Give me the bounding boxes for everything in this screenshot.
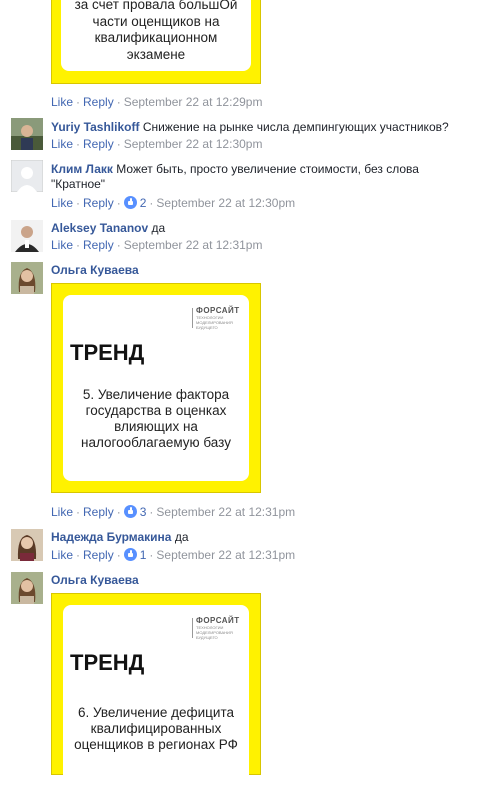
avatar[interactable] <box>11 220 43 252</box>
comment-author[interactable]: Yuriy Tashlikoff <box>51 120 139 134</box>
avatar[interactable] <box>11 118 43 150</box>
comment-body: Aleksey Tananov да <box>51 221 471 235</box>
timestamp-link[interactable]: September 22 at 12:31pm <box>156 548 295 562</box>
card-text-line: 6. Увеличение дефицита <box>78 705 234 720</box>
comment-text: Снижение на рынке числа демпингующих уча… <box>142 120 449 134</box>
comment-actions: Like · Reply · 2 · September 22 at 12:30pm <box>51 196 296 210</box>
like-link[interactable]: Like <box>51 137 73 151</box>
avatar[interactable] <box>11 160 43 192</box>
comment-image-card[interactable]: за счет провала большОй части оценщиков … <box>51 0 261 84</box>
brand-logo-text: ФОРСАЙТ <box>196 306 240 315</box>
comment-body: Ольга Куваева <box>51 573 139 587</box>
comment-text: Может быть, просто увеличение стоимости,… <box>116 162 419 176</box>
avatar[interactable] <box>11 572 43 604</box>
reply-link[interactable]: Reply <box>83 137 114 151</box>
comment-body: Ольга Куваева <box>51 263 139 277</box>
reactions-count[interactable]: 2 <box>123 196 147 210</box>
comment-actions: Like · Reply · 1 · September 22 at 12:31pm <box>51 548 296 562</box>
like-link[interactable]: Like <box>51 95 73 109</box>
card-text-line: налогооблагаемую базу <box>81 435 231 450</box>
timestamp-link[interactable]: September 22 at 12:30pm <box>156 196 295 210</box>
avatar[interactable] <box>11 529 43 561</box>
timestamp-link[interactable]: September 22 at 12:31pm <box>156 505 295 519</box>
card-text-line: квалифицированных <box>90 721 222 736</box>
reactions-number: 1 <box>139 548 147 562</box>
brand-tagline: ТЕХНОЛОГИИ МОДЕЛИРОВАНИЯ БУДУЩЕГО <box>196 315 233 330</box>
reactions-count[interactable]: 1 <box>123 548 147 562</box>
comment-body: Клим Лакк Может быть, просто увеличение … <box>51 162 471 192</box>
card-text-line: части оценщиков на <box>92 13 220 29</box>
comment-text: да <box>151 221 166 235</box>
brand-tagline: ТЕХНОЛОГИИ МОДЕЛИРОВАНИЯ БУДУЩЕГО <box>196 625 233 640</box>
comment-body: Yuriy Tashlikoff Снижение на рынке числа… <box>51 120 471 134</box>
brand-logo-text: ФОРСАЙТ <box>196 616 240 625</box>
comment-body: Надежда Бурмакина да <box>51 530 471 544</box>
avatar[interactable] <box>11 262 43 294</box>
reply-link[interactable]: Reply <box>83 505 114 519</box>
reply-link[interactable]: Reply <box>83 196 114 210</box>
comment-author[interactable]: Надежда Бурмакина <box>51 530 171 544</box>
card-title: ТРЕНД <box>70 340 145 365</box>
reactions-number: 3 <box>139 505 147 519</box>
timestamp-link[interactable]: September 22 at 12:31pm <box>124 238 263 252</box>
like-reaction-icon <box>123 505 137 518</box>
card-text-line: экзамене <box>126 46 186 62</box>
reactions-number: 2 <box>139 196 147 210</box>
timestamp-link[interactable]: September 22 at 12:30pm <box>124 137 263 151</box>
card-text-line: оценщиков в регионах РФ <box>74 737 238 752</box>
comment-text: "Кратное" <box>51 177 106 191</box>
comment-author[interactable]: Клим Лакк <box>51 162 113 176</box>
reactions-count[interactable]: 3 <box>123 505 147 519</box>
comment-image-card[interactable]: ФОРСАЙТ ТЕХНОЛОГИИ МОДЕЛИРОВАНИЯ БУДУЩЕГ… <box>51 593 261 785</box>
comment-author[interactable]: Ольга Куваева <box>51 263 139 277</box>
reply-link[interactable]: Reply <box>83 548 114 562</box>
reply-link[interactable]: Reply <box>83 95 114 109</box>
comment-actions: Like · Reply · 3 · September 22 at 12:31pm <box>51 505 296 519</box>
like-link[interactable]: Like <box>51 505 73 519</box>
comment-author[interactable]: Ольга Куваева <box>51 573 139 587</box>
card-text-line: за счет провала большОй <box>74 0 238 12</box>
like-reaction-icon <box>123 548 137 561</box>
like-link[interactable]: Like <box>51 196 73 210</box>
reply-link[interactable]: Reply <box>83 238 114 252</box>
comment-actions: Like · Reply · September 22 at 12:29pm <box>51 95 263 109</box>
comment-image-card[interactable]: ФОРСАЙТ ТЕХНОЛОГИИ МОДЕЛИРОВАНИЯ БУДУЩЕГ… <box>51 283 261 493</box>
comment-author[interactable]: Aleksey Tananov <box>51 221 148 235</box>
comment-text: да <box>174 530 189 544</box>
like-reaction-icon <box>123 196 137 209</box>
card-text-line: государства в оценках <box>85 403 227 418</box>
card-text-line: влияющих на <box>114 419 198 434</box>
card-text-line: 5. Увеличение фактора <box>82 387 230 402</box>
like-link[interactable]: Like <box>51 238 73 252</box>
timestamp-link[interactable]: September 22 at 12:29pm <box>124 95 263 109</box>
like-link[interactable]: Like <box>51 548 73 562</box>
comment-actions: Like · Reply · September 22 at 12:30pm <box>51 137 263 151</box>
card-text-line: квалификационном <box>94 30 218 45</box>
card-title: ТРЕНД <box>70 650 145 675</box>
comment-actions: Like · Reply · September 22 at 12:31pm <box>51 238 263 252</box>
